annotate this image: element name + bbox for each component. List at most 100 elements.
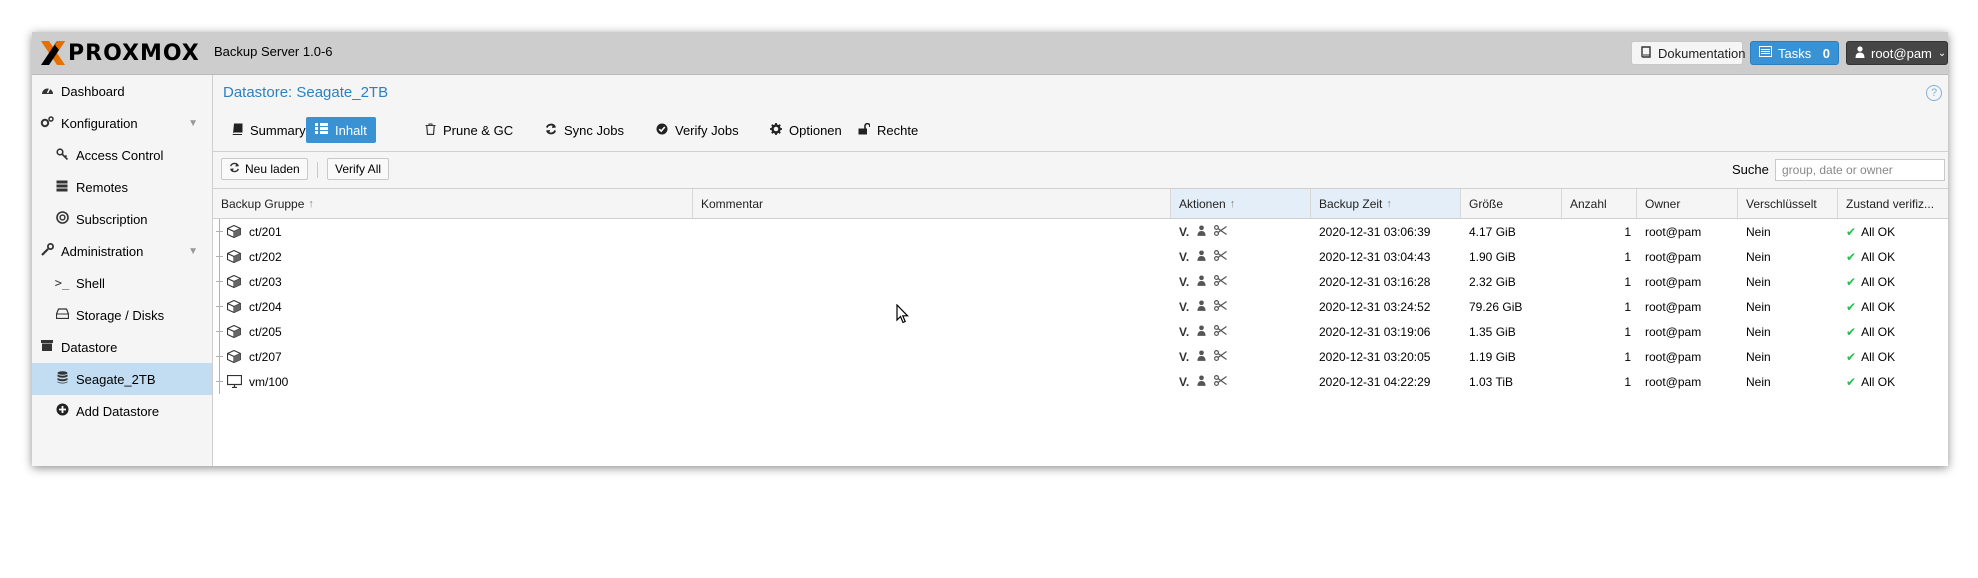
verify-state-label: All OK — [1861, 324, 1896, 339]
dashboard-icon — [39, 84, 55, 98]
backup-group-name: ct/205 — [249, 324, 282, 339]
backup-time-cell: 2020-12-31 04:22:29 — [1319, 374, 1431, 389]
table-row[interactable]: ct/205 V. 2020-12-31 03:19:06 1.35 GiB 1 root… — [213, 319, 1948, 344]
user-icon[interactable] — [1197, 299, 1206, 314]
backup-group-name: vm/100 — [249, 374, 289, 389]
column-header-size[interactable]: Größe — [1461, 189, 1562, 218]
grid-header: Backup Gruppe ↑ Kommentar Aktionen ↑ Bac… — [213, 189, 1948, 219]
column-header-comment[interactable]: Kommentar — [693, 189, 1171, 218]
sidebar-item-label: Remotes — [76, 179, 129, 195]
scissors-icon[interactable] — [1214, 324, 1228, 339]
check-circle-icon — [656, 123, 668, 138]
server-icon — [54, 180, 70, 195]
column-header-actions[interactable]: Aktionen ↑ — [1171, 189, 1311, 218]
scissors-icon[interactable] — [1214, 299, 1228, 314]
scissors-icon[interactable] — [1214, 224, 1228, 239]
user-icon[interactable] — [1197, 224, 1206, 239]
column-header-owner[interactable]: Owner — [1637, 189, 1738, 218]
user-icon[interactable] — [1197, 249, 1206, 264]
tab-summary[interactable]: Summary — [223, 117, 315, 143]
verify-action-icon[interactable]: V. — [1179, 225, 1189, 239]
verify-action-icon[interactable]: V. — [1179, 250, 1189, 264]
scissors-icon[interactable] — [1214, 274, 1228, 289]
size-cell: 4.17 GiB — [1469, 224, 1516, 239]
tab-label: Summary — [250, 122, 306, 138]
chevron-down-icon[interactable]: ▼ — [188, 118, 198, 129]
sidebar-item-konfiguration[interactable]: Konfiguration ▼ — [32, 107, 212, 139]
column-header-count[interactable]: Anzahl — [1562, 189, 1637, 218]
table-row[interactable]: ct/207 V. 2020-12-31 03:20:05 1.19 GiB 1 root… — [213, 344, 1948, 369]
sidebar-item-subscription[interactable]: Subscription — [32, 203, 212, 235]
column-header-verify-state[interactable]: Zustand verifiz... — [1838, 189, 1948, 218]
verify-action-icon[interactable]: V. — [1179, 350, 1189, 364]
top-header: PROXMOX Backup Server 1.0-6 Dokumentatio… — [32, 32, 1948, 75]
tab-verify-jobs[interactable]: Verify Jobs — [647, 117, 748, 143]
sidebar-item-datastore[interactable]: Datastore — [32, 331, 212, 363]
sidebar-item-remotes[interactable]: Remotes — [32, 171, 212, 203]
sidebar-item-storage-disks[interactable]: Storage / Disks — [32, 299, 212, 331]
sidebar-item-access-control[interactable]: Access Control — [32, 139, 212, 171]
count-cell: 1 — [1624, 274, 1631, 289]
owner-cell: root@pam — [1645, 349, 1702, 364]
backup-group-cell: ct/207 — [226, 344, 282, 369]
actions-cell: V. — [1179, 244, 1228, 269]
sidebar-item-shell[interactable]: >_ Shell — [32, 267, 212, 299]
tab-sync-jobs[interactable]: Sync Jobs — [536, 117, 633, 143]
user-icon[interactable] — [1197, 349, 1206, 364]
count-cell: 1 — [1624, 224, 1631, 239]
size-cell: 1.19 GiB — [1469, 349, 1516, 364]
sidebar-item-seagate-2tb[interactable]: Seagate_2TB — [32, 363, 212, 395]
scissors-icon[interactable] — [1214, 249, 1228, 264]
actions-cell: V. — [1179, 294, 1228, 319]
tab-prune-gc[interactable]: Prune & GC — [416, 117, 522, 143]
sidebar-item-add-datastore[interactable]: Add Datastore — [32, 395, 212, 427]
sidebar-item-dashboard[interactable]: Dashboard — [32, 75, 212, 107]
verify-action-icon[interactable]: V. — [1179, 375, 1189, 389]
expand-icon[interactable] — [216, 281, 223, 282]
column-header-label: Owner — [1645, 196, 1681, 211]
column-header-label: Verschlüsselt — [1746, 196, 1817, 211]
expand-icon[interactable] — [216, 331, 223, 332]
sort-asc-icon: ↑ — [1386, 197, 1392, 210]
verify-all-button[interactable]: Verify All — [327, 158, 390, 180]
table-row[interactable]: vm/100 V. 2020-12-31 04:22:29 1.03 TiB 1 root… — [213, 369, 1948, 394]
user-icon[interactable] — [1197, 274, 1206, 289]
column-header-backup-time[interactable]: Backup Zeit ↑ — [1311, 189, 1461, 218]
table-row[interactable]: ct/203 V. 2020-12-31 03:16:28 2.32 GiB 1 root… — [213, 269, 1948, 294]
expand-icon[interactable] — [216, 356, 223, 357]
scissors-icon[interactable] — [1214, 374, 1228, 389]
expand-icon[interactable] — [216, 381, 223, 382]
expand-icon[interactable] — [216, 306, 223, 307]
table-row[interactable]: ct/202 V. 2020-12-31 03:04:43 1.90 GiB 1 root… — [213, 244, 1948, 269]
tab-optionen[interactable]: Optionen — [761, 117, 851, 143]
database-icon — [54, 371, 70, 387]
user-menu-button[interactable]: root@pam ⌄ — [1846, 41, 1948, 65]
tab-rechte[interactable]: Rechte — [849, 117, 927, 143]
backup-group-cell: ct/203 — [226, 269, 282, 294]
column-header-label: Aktionen — [1179, 196, 1226, 211]
column-header-backup-group[interactable]: Backup Gruppe ↑ — [213, 189, 693, 218]
verify-state-label: All OK — [1861, 349, 1896, 364]
table-row[interactable]: ct/204 V. 2020-12-31 03:24:52 79.26 GiB 1 roo… — [213, 294, 1948, 319]
help-icon[interactable]: ? — [1926, 85, 1942, 101]
verify-action-icon[interactable]: V. — [1179, 300, 1189, 314]
sidebar-item-administration[interactable]: Administration ▼ — [32, 235, 212, 267]
verify-action-icon[interactable]: V. — [1179, 325, 1189, 339]
tab-inhalt[interactable]: Inhalt — [306, 117, 376, 143]
reload-button[interactable]: Neu laden — [221, 158, 308, 180]
documentation-button[interactable]: Dokumentation — [1631, 41, 1745, 65]
table-row[interactable]: ct/201 V. 2020-12-31 03:06:39 4.17 GiB 1 root… — [213, 219, 1948, 244]
expand-icon[interactable] — [216, 231, 223, 232]
tasks-button[interactable]: Tasks 0 — [1750, 41, 1839, 65]
actions-cell: V. — [1179, 319, 1228, 344]
proxmox-logo[interactable]: PROXMOX — [39, 39, 200, 67]
expand-icon[interactable] — [216, 256, 223, 257]
column-header-encrypted[interactable]: Verschlüsselt — [1738, 189, 1838, 218]
search-input[interactable] — [1775, 159, 1945, 181]
mouse-cursor-icon — [896, 304, 909, 324]
chevron-down-icon[interactable]: ▼ — [188, 246, 198, 257]
scissors-icon[interactable] — [1214, 349, 1228, 364]
user-icon[interactable] — [1197, 324, 1206, 339]
verify-action-icon[interactable]: V. — [1179, 275, 1189, 289]
user-icon[interactable] — [1197, 374, 1206, 389]
